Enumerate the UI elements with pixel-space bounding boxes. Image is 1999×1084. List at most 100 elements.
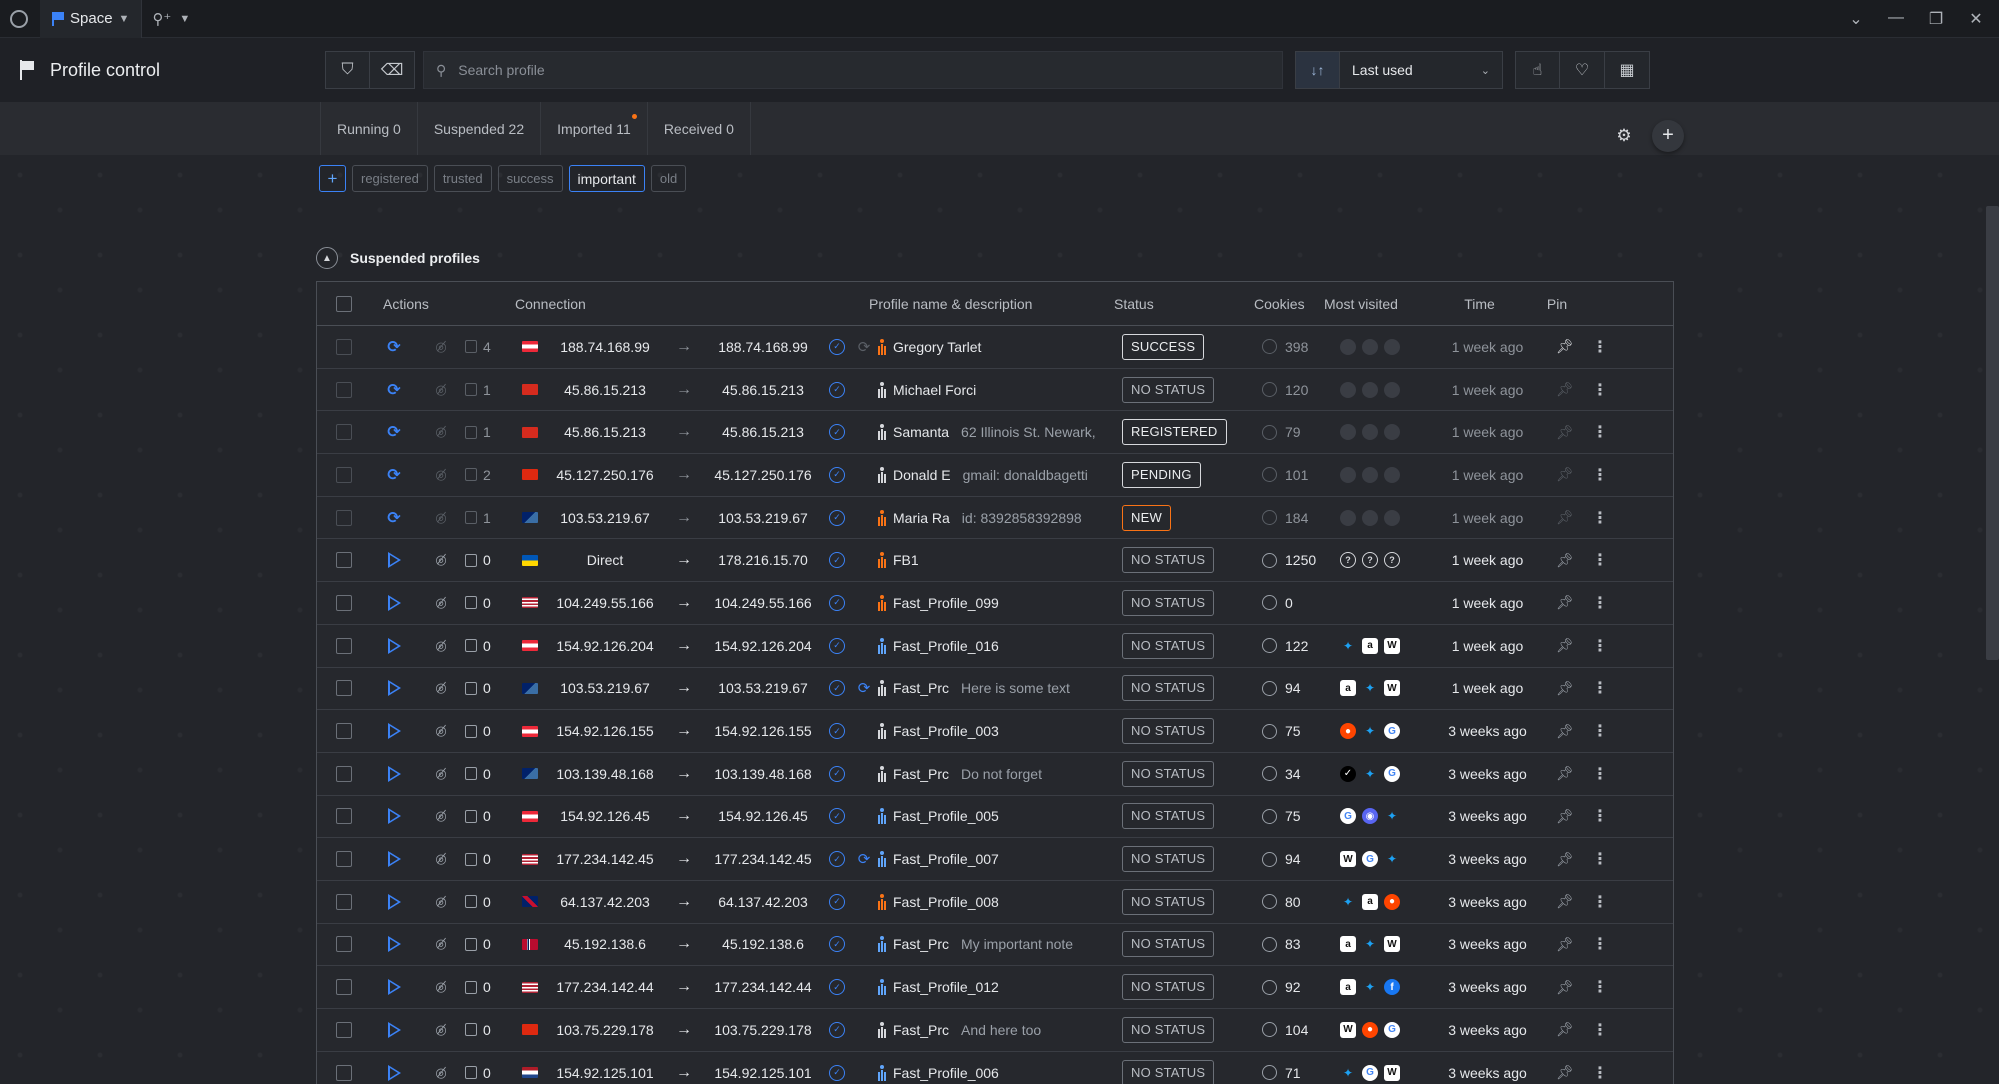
table-row[interactable]: ⟳ ◎̸ 1 45.86.15.213 → 45.86.15.213 ✓ Mic… [317, 369, 1673, 412]
visibility-button[interactable]: ◎̸ [417, 424, 465, 440]
visibility-button[interactable]: ◎̸ [417, 723, 465, 739]
status-badge[interactable]: NO STATUS [1122, 589, 1215, 616]
pin-button[interactable]: 📌︎ [1545, 893, 1585, 910]
start-button[interactable]: ⟳ [371, 337, 417, 357]
more-button[interactable]: ⋮ [1585, 934, 1615, 954]
pin-button[interactable]: 📌︎ [1545, 509, 1585, 526]
search-input[interactable] [458, 62, 1259, 78]
close-icon[interactable]: ✕ [1967, 9, 1985, 29]
site-placeholder-icon[interactable] [1384, 509, 1400, 526]
row-checkbox[interactable] [336, 979, 352, 996]
more-button[interactable]: ⋮ [1585, 550, 1615, 570]
visibility-button[interactable]: ◎̸ [417, 552, 465, 568]
wikipedia-icon[interactable]: W [1384, 680, 1400, 697]
select-all-checkbox[interactable] [336, 295, 352, 312]
pin-button[interactable]: 📌︎ [1545, 765, 1585, 782]
more-button[interactable]: ⋮ [1585, 508, 1615, 528]
table-row[interactable]: ◎̸ 0 45.192.138.6 → 45.192.138.6 ✓ Fast_… [317, 924, 1673, 967]
tag-important[interactable]: important [568, 165, 645, 192]
start-button[interactable] [371, 936, 417, 953]
more-button[interactable]: ⋮ [1585, 422, 1615, 442]
pin-button[interactable]: 📌︎ [1545, 637, 1585, 654]
visibility-button[interactable]: ◎̸ [417, 936, 465, 952]
sync-icon[interactable]: ⟳ [858, 850, 871, 868]
start-button[interactable]: ⟳ [371, 508, 417, 528]
facebook-icon[interactable]: f [1384, 979, 1400, 996]
profile-cell[interactable]: Fast_Profile_006 [877, 1064, 1122, 1081]
more-button[interactable]: ⋮ [1585, 892, 1615, 912]
site-placeholder-icon[interactable] [1362, 381, 1378, 398]
row-checkbox[interactable] [336, 552, 352, 569]
status-badge[interactable]: NO STATUS [1122, 760, 1215, 787]
restore-icon[interactable]: ❐ [1927, 9, 1945, 29]
reddit-icon[interactable]: ● [1340, 723, 1356, 740]
copies-cell[interactable]: 0 [465, 723, 515, 739]
row-checkbox[interactable] [336, 466, 352, 483]
copies-cell[interactable]: 2 [465, 467, 515, 483]
pin-button[interactable]: 📌︎ [1545, 851, 1585, 868]
table-row[interactable]: ⟳ ◎̸ 1 45.86.15.213 → 45.86.15.213 ✓ Sam… [317, 411, 1673, 455]
google-icon[interactable]: G [1362, 851, 1378, 868]
unknown-site-icon[interactable]: ? [1384, 552, 1400, 569]
calendar-button[interactable]: ▦ [1605, 51, 1650, 89]
row-checkbox[interactable] [336, 851, 352, 868]
status-badge[interactable]: NO STATUS [1122, 718, 1215, 745]
row-checkbox[interactable] [336, 381, 352, 398]
site-placeholder-icon[interactable] [1340, 466, 1356, 483]
table-row[interactable]: ◎̸ 0 103.53.219.67 → 103.53.219.67 ✓ ⟳ F… [317, 668, 1673, 711]
visibility-button[interactable]: ◎̸ [417, 467, 465, 483]
twitter-icon[interactable]: ✦ [1340, 1065, 1356, 1081]
more-button[interactable]: ⋮ [1585, 1020, 1615, 1040]
start-button[interactable] [371, 765, 417, 782]
table-row[interactable]: ◎̸ 0 Direct → 178.216.15.70 ✓ FB1 NO STA… [317, 539, 1673, 583]
copies-cell[interactable]: 0 [465, 595, 515, 611]
copies-cell[interactable]: 0 [465, 680, 515, 696]
status-badge[interactable]: NO STATUS [1122, 1059, 1215, 1084]
visibility-button[interactable]: ◎̸ [417, 595, 465, 611]
more-button[interactable]: ⋮ [1585, 849, 1615, 869]
site-placeholder-icon[interactable] [1384, 424, 1400, 441]
copies-cell[interactable]: 0 [465, 1022, 515, 1038]
site-placeholder-icon[interactable] [1384, 466, 1400, 483]
row-checkbox[interactable] [336, 594, 352, 611]
pin-button[interactable]: 📌︎ [1545, 936, 1585, 953]
status-badge[interactable]: NO STATUS [1122, 931, 1215, 958]
visibility-button[interactable]: ◎̸ [417, 382, 465, 398]
pin-button[interactable]: 📌︎ [1545, 1021, 1585, 1038]
scrollbar[interactable] [1986, 206, 1999, 660]
copies-cell[interactable]: 0 [465, 766, 515, 782]
copies-cell[interactable]: 0 [465, 894, 515, 910]
twitter-icon[interactable]: ✦ [1362, 936, 1378, 952]
table-row[interactable]: ◎̸ 0 154.92.126.204 → 154.92.126.204 ✓ F… [317, 625, 1673, 668]
twitter-icon[interactable]: ✦ [1362, 680, 1378, 696]
profile-cell[interactable]: Fast_Prc And here too [877, 1021, 1122, 1038]
start-button[interactable]: ⟳ [371, 380, 417, 400]
table-row[interactable]: ◎̸ 0 103.139.48.168 → 103.139.48.168 ✓ F… [317, 753, 1673, 796]
space-selector[interactable]: Space ▼ [40, 0, 143, 38]
add-profile-button[interactable]: + [1652, 119, 1684, 152]
start-button[interactable] [371, 594, 417, 611]
more-button[interactable]: ⋮ [1585, 977, 1615, 997]
google-icon[interactable]: G [1384, 765, 1400, 782]
more-button[interactable]: ⋮ [1585, 337, 1615, 357]
profile-cell[interactable]: FB1 [877, 552, 1122, 569]
add-tag-button[interactable]: + [319, 165, 346, 192]
start-button[interactable] [371, 893, 417, 910]
profile-cell[interactable]: Fast_Profile_016 [877, 637, 1122, 654]
status-badge[interactable]: NO STATUS [1122, 1016, 1215, 1043]
more-button[interactable]: ⋮ [1585, 465, 1615, 485]
pin-button[interactable]: 📌︎ [1545, 723, 1585, 740]
collapse-button[interactable]: ▲ [316, 247, 338, 269]
profile-cell[interactable]: Samanta 62 Illinois St. Newark, [877, 424, 1122, 441]
row-checkbox[interactable] [336, 424, 352, 441]
status-badge[interactable]: NO STATUS [1122, 888, 1215, 915]
status-badge[interactable]: NO STATUS [1122, 974, 1215, 1001]
status-badge[interactable]: PENDING [1122, 461, 1201, 488]
profile-cell[interactable]: Fast_Profile_007 [877, 851, 1122, 868]
unknown-site-icon[interactable]: ? [1340, 552, 1356, 569]
twitter-icon[interactable]: ✦ [1362, 766, 1378, 782]
more-button[interactable]: ⋮ [1585, 678, 1615, 698]
pin-button[interactable]: 📌︎ [1545, 979, 1585, 996]
twitter-icon[interactable]: ✦ [1362, 979, 1378, 995]
amazon-icon[interactable]: a [1340, 936, 1356, 953]
